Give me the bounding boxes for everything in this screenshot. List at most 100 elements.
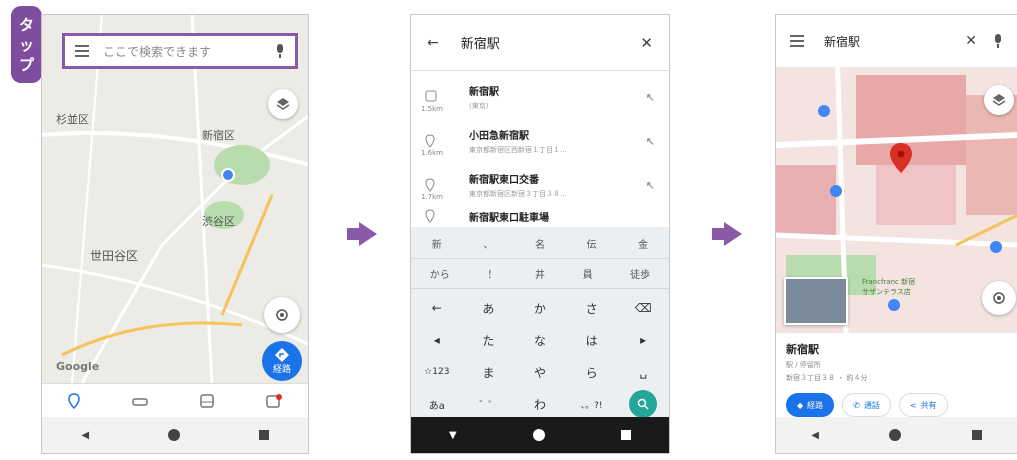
call-button[interactable]: ✆ 通話: [842, 393, 891, 417]
suggestion-item[interactable]: 1.6km 小田急新宿駅 東京都新宿区西新宿１丁目１... ↖: [411, 119, 669, 163]
suggestion-title: 新宿駅: [469, 87, 499, 98]
candidate-word[interactable]: 井: [535, 266, 545, 281]
key-kana[interactable]: あ: [466, 293, 510, 323]
place-address: 新宿３丁目３８ ・ 約４分: [786, 374, 868, 382]
japanese-keyboard: 新 、 名 伝 金 から ！ 井 員 徒歩 ← あ か さ ⌫ ◂ た な は …: [411, 227, 669, 419]
place-photo-thumbnail[interactable]: [784, 277, 848, 325]
candidate-word[interactable]: 金: [638, 236, 648, 251]
my-location-button[interactable]: [982, 281, 1016, 315]
key-punctuation[interactable]: 、。?!: [570, 389, 614, 419]
transit-icon[interactable]: [200, 393, 214, 408]
suggestion-title: 小田急新宿駅: [469, 131, 529, 142]
directions-icon: [275, 347, 289, 362]
recents-nav-icon[interactable]: [620, 430, 631, 440]
tap-badge-char: タ: [18, 15, 34, 34]
route-fab[interactable]: 経路: [262, 341, 302, 381]
candidate-word[interactable]: 新: [432, 236, 442, 251]
key-kana[interactable]: な: [518, 325, 562, 355]
keyboard-row: ◂ た な は ▸: [411, 325, 669, 355]
search-placeholder: ここで検索できます: [103, 44, 212, 59]
route-button[interactable]: ◆ 経路: [786, 393, 835, 417]
key-kana[interactable]: は: [570, 325, 614, 355]
map-poi-label: サザンテラス店: [862, 288, 911, 296]
key-kana[interactable]: た: [466, 325, 510, 355]
key-kana[interactable]: ら: [570, 357, 614, 387]
menu-icon[interactable]: [790, 35, 804, 47]
directions-icon: ◆: [797, 400, 804, 410]
recents-nav-icon[interactable]: [971, 430, 982, 440]
candidate-word[interactable]: 名: [535, 236, 545, 251]
back-nav-icon[interactable]: ◀: [81, 430, 89, 441]
key-dakuten[interactable]: ゛゜: [466, 389, 510, 419]
call-button-label: 通話: [863, 400, 880, 410]
phone-screen-search: ← 新宿駅 ✕ 1.5km 新宿駅 (東京) ↖ 1.6km 小田急新宿駅 東京…: [410, 14, 670, 454]
candidate-word[interactable]: 員: [583, 266, 593, 281]
candidate-word[interactable]: 伝: [587, 236, 597, 251]
suggestion-subtitle: (東京): [469, 102, 489, 110]
key-kana[interactable]: ま: [466, 357, 510, 387]
route-fab-label: 経路: [272, 364, 291, 375]
map-poi-label: Francfranc 新宿: [862, 278, 916, 286]
search-bar[interactable]: ここで検索できます: [62, 33, 298, 69]
place-type: 駅 / 停留所: [786, 361, 821, 369]
suggestion-item[interactable]: 1.5km 新宿駅 (東京) ↖: [411, 75, 669, 119]
place-header-title[interactable]: 新宿駅: [824, 33, 965, 50]
layers-button[interactable]: [268, 89, 298, 119]
route-button-label: 経路: [807, 400, 824, 410]
suggestion-item[interactable]: 1.7km 新宿駅東口交番 東京都新宿区新宿３丁目３８... ↖: [411, 163, 669, 207]
candidate-word[interactable]: 、: [483, 236, 493, 251]
tap-badge-char: プ: [18, 55, 34, 74]
key-symbols[interactable]: ☆123: [415, 357, 459, 387]
recents-nav-icon[interactable]: [258, 430, 269, 440]
android-nav-bar: ◀: [42, 417, 308, 453]
candidate-word[interactable]: 徒歩: [630, 266, 650, 281]
back-nav-icon[interactable]: ◀: [811, 430, 819, 441]
back-nav-icon[interactable]: ▼: [449, 430, 457, 441]
cursor-right-icon[interactable]: ▸: [621, 325, 665, 355]
fill-query-icon[interactable]: ↖: [646, 179, 655, 192]
back-arrow-icon[interactable]: ←: [427, 35, 439, 51]
share-button[interactable]: < 共有: [898, 393, 948, 417]
map-label-setagaya: 世田谷区: [90, 249, 139, 263]
search-key-icon[interactable]: [629, 390, 658, 418]
action-buttons: ◆ 経路 ✆ 通話 < 共有: [786, 393, 1007, 417]
candidate-word[interactable]: ！: [487, 266, 497, 281]
driving-car-icon[interactable]: [132, 395, 148, 407]
map-label-suginami: 杉並区: [56, 113, 89, 126]
home-nav-icon[interactable]: [889, 429, 902, 441]
tap-badge-char: ッ: [18, 35, 34, 54]
updates-icon[interactable]: [266, 393, 282, 408]
space-key-icon[interactable]: ␣: [621, 357, 665, 387]
microphone-icon[interactable]: [275, 44, 285, 58]
key-cursor-left[interactable]: ◂: [415, 325, 459, 355]
home-nav-icon[interactable]: [532, 429, 545, 441]
key-kana[interactable]: わ: [518, 389, 562, 419]
suggestion-item[interactable]: 新宿駅東口駐車場: [411, 205, 669, 227]
my-location-button[interactable]: [264, 297, 300, 333]
key-kana[interactable]: か: [518, 293, 562, 323]
home-nav-icon[interactable]: [167, 429, 180, 441]
fill-query-icon[interactable]: ↖: [646, 91, 655, 104]
layers-icon: [276, 98, 290, 110]
explore-pin-icon[interactable]: [68, 392, 80, 409]
layers-icon: [992, 94, 1006, 106]
train-station-icon: [425, 90, 437, 102]
suggestion-title: 新宿駅東口駐車場: [469, 212, 549, 224]
android-nav-bar: ▼: [411, 417, 669, 453]
key-kana[interactable]: さ: [570, 293, 614, 323]
candidate-word[interactable]: から: [430, 266, 450, 281]
map-view[interactable]: 杉並区 新宿区 渋谷区 世田谷区 Google ここで検索できます 経路: [42, 15, 308, 383]
clear-icon[interactable]: ✕: [965, 33, 977, 49]
microphone-icon[interactable]: [993, 34, 1003, 48]
menu-icon[interactable]: [75, 45, 89, 57]
crosshair-icon: [993, 292, 1005, 304]
keyboard-row: ☆123 ま や ら ␣: [411, 357, 669, 387]
layers-button[interactable]: [984, 85, 1014, 115]
clear-icon[interactable]: ✕: [640, 34, 653, 52]
key-mode[interactable]: あa: [415, 389, 459, 419]
key-backspace-left[interactable]: ←: [415, 293, 459, 323]
fill-query-icon[interactable]: ↖: [646, 135, 655, 148]
key-kana[interactable]: や: [518, 357, 562, 387]
delete-key-icon[interactable]: ⌫: [621, 293, 665, 323]
search-query[interactable]: 新宿駅: [461, 33, 641, 52]
